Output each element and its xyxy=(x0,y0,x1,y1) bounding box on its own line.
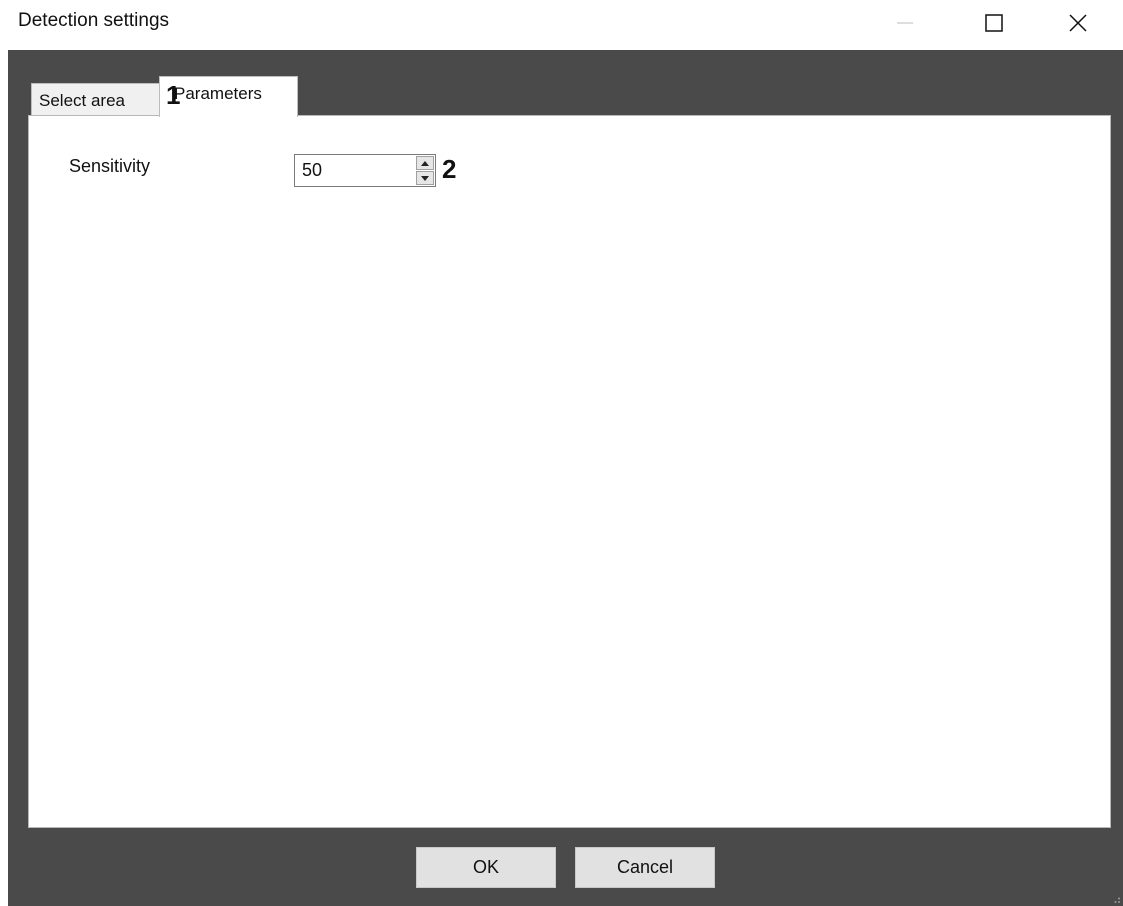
annotation-marker-1: 1 xyxy=(166,80,181,110)
sensitivity-label: Sensitivity xyxy=(69,156,151,176)
maximize-icon xyxy=(985,14,1003,32)
close-icon xyxy=(1069,14,1087,32)
minimize-button[interactable] xyxy=(882,0,928,46)
tab-select-area[interactable]: Select area xyxy=(31,83,161,116)
sensitivity-value[interactable]: 50 xyxy=(302,160,322,181)
detection-settings-window: Detection settings Select area Parameter… xyxy=(0,0,1123,906)
resize-grip-icon[interactable] xyxy=(1113,896,1121,904)
tab-select-area-label: Select area xyxy=(39,91,125,110)
cancel-button[interactable]: Cancel xyxy=(575,847,715,888)
ok-button-label: OK xyxy=(472,857,499,877)
ok-button[interactable]: OK xyxy=(416,847,556,888)
maximize-button[interactable] xyxy=(971,0,1017,46)
parameters-panel: Sensitivity 50 2 xyxy=(28,115,1111,828)
stepper-down-button[interactable] xyxy=(416,171,434,185)
arrow-up-icon xyxy=(421,160,429,166)
annotation-marker-2: 2 xyxy=(442,154,457,184)
cancel-button-label: Cancel xyxy=(616,857,674,877)
stepper-buttons xyxy=(416,156,434,185)
dialog-client-area: Select area Parameters 1 Sensitivity 50 xyxy=(8,50,1123,906)
stepper-up-button[interactable] xyxy=(416,156,434,170)
minimize-icon xyxy=(897,22,913,24)
arrow-down-icon xyxy=(421,175,429,181)
close-button[interactable] xyxy=(1055,0,1101,46)
tab-parameters-label: Parameters xyxy=(174,84,262,103)
sensitivity-stepper[interactable]: 50 xyxy=(294,154,436,187)
title-bar[interactable]: Detection settings xyxy=(0,0,1123,50)
window-title: Detection settings xyxy=(18,10,170,31)
